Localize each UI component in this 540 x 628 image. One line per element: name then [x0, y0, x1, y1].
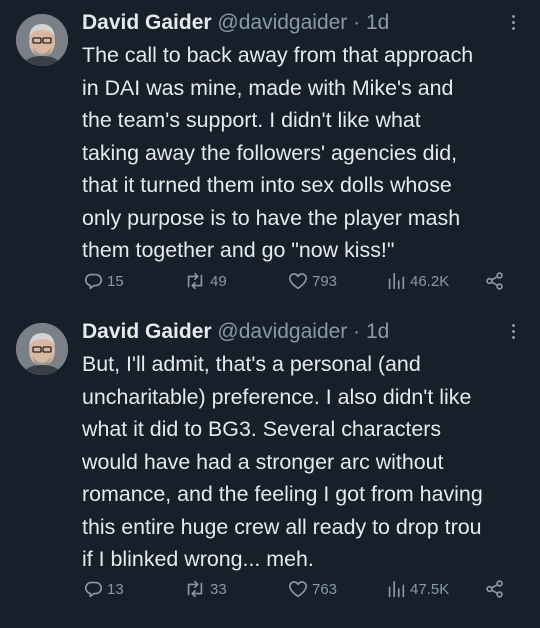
like-heart-icon	[288, 581, 308, 598]
share-icon	[486, 272, 503, 290]
reply-button[interactable]: 15	[82, 268, 124, 294]
reply-icon	[84, 581, 102, 598]
share-button[interactable]	[484, 576, 506, 602]
action-bar: 13 33 763 47.5K	[82, 576, 522, 602]
timestamp[interactable]: 1d	[366, 320, 389, 343]
tweet-text-line: romance, and the feeling I got from havi…	[82, 482, 483, 506]
retweet-button[interactable]: 33	[183, 576, 227, 602]
more-dots-icon[interactable]	[510, 15, 516, 33]
author-handle[interactable]: @davidgaider	[217, 320, 347, 343]
tweet-text-line: only purpose is to have the player mash	[82, 205, 461, 230]
reply-button[interactable]: 13	[82, 576, 124, 602]
author-name[interactable]: David Gaider	[82, 11, 212, 34]
tweet-text-line: this entire huge crew all ready to drop …	[82, 514, 482, 539]
tweet-text: The call to back away from that approach…	[82, 39, 524, 267]
like-count: 793	[312, 272, 338, 290]
avatar[interactable]	[16, 14, 68, 66]
retweet-count: 49	[210, 272, 227, 290]
avatar[interactable]	[16, 323, 68, 375]
more-dots-icon[interactable]	[510, 324, 516, 342]
share-icon	[486, 580, 503, 598]
tweet-text-line: in DAI was mine, made with Mike's and	[82, 75, 454, 100]
tweet-text-line: them together and go "now kiss!"	[82, 238, 395, 262]
retweet-icon	[187, 272, 203, 290]
retweet-count: 33	[210, 580, 227, 598]
tweet-text-line: would have had a stronger arc without	[82, 449, 444, 474]
like-button[interactable]: 793	[287, 268, 337, 294]
separator: ·	[353, 11, 361, 34]
like-button[interactable]: 763	[287, 576, 337, 602]
views-count: 47.5K	[410, 580, 450, 598]
reply-count: 13	[107, 580, 124, 598]
tweet-text-line: But, I'll admit, that's a personal (and	[82, 352, 421, 376]
tweet-text-line: taking away the followers' agencies did,	[82, 140, 458, 165]
views-count: 46.2K	[410, 272, 450, 290]
tweet-text-line: uncharitable) preference. I also didn't …	[82, 384, 472, 409]
author-name[interactable]: David Gaider	[82, 320, 212, 343]
action-bar: 15 49 793 46.2K	[82, 268, 522, 294]
reply-count: 15	[107, 272, 124, 290]
reply-icon	[84, 273, 102, 290]
views-button[interactable]: 46.2K	[385, 268, 449, 294]
like-count: 763	[312, 580, 338, 598]
share-button[interactable]	[484, 268, 506, 294]
views-button[interactable]: 47.5K	[385, 576, 449, 602]
tweet-text-line: the team's support. I didn't like what	[82, 108, 421, 132]
author-handle[interactable]: @davidgaider	[217, 11, 347, 34]
tweet-text-line: if I blinked wrong... meh.	[82, 547, 314, 571]
views-bar-icon	[388, 272, 405, 290]
like-heart-icon	[288, 273, 308, 290]
separator: ·	[353, 320, 361, 343]
retweet-icon	[187, 580, 203, 598]
timestamp[interactable]: 1d	[366, 11, 389, 34]
tweet-text-line: what it did to BG3. Several characters	[82, 417, 442, 441]
retweet-button[interactable]: 49	[183, 268, 227, 294]
tweet-header: David Gaider @davidgaider · 1d	[82, 7, 524, 39]
tweet-text-line: The call to back away from that approach	[82, 43, 474, 67]
tweet-header: David Gaider @davidgaider · 1d	[82, 316, 524, 348]
tweet-text-line: that it turned them into sex dolls whose	[82, 173, 452, 197]
views-bar-icon	[388, 580, 405, 598]
tweet-text: But, I'll admit, that's a personal (and …	[82, 348, 524, 576]
